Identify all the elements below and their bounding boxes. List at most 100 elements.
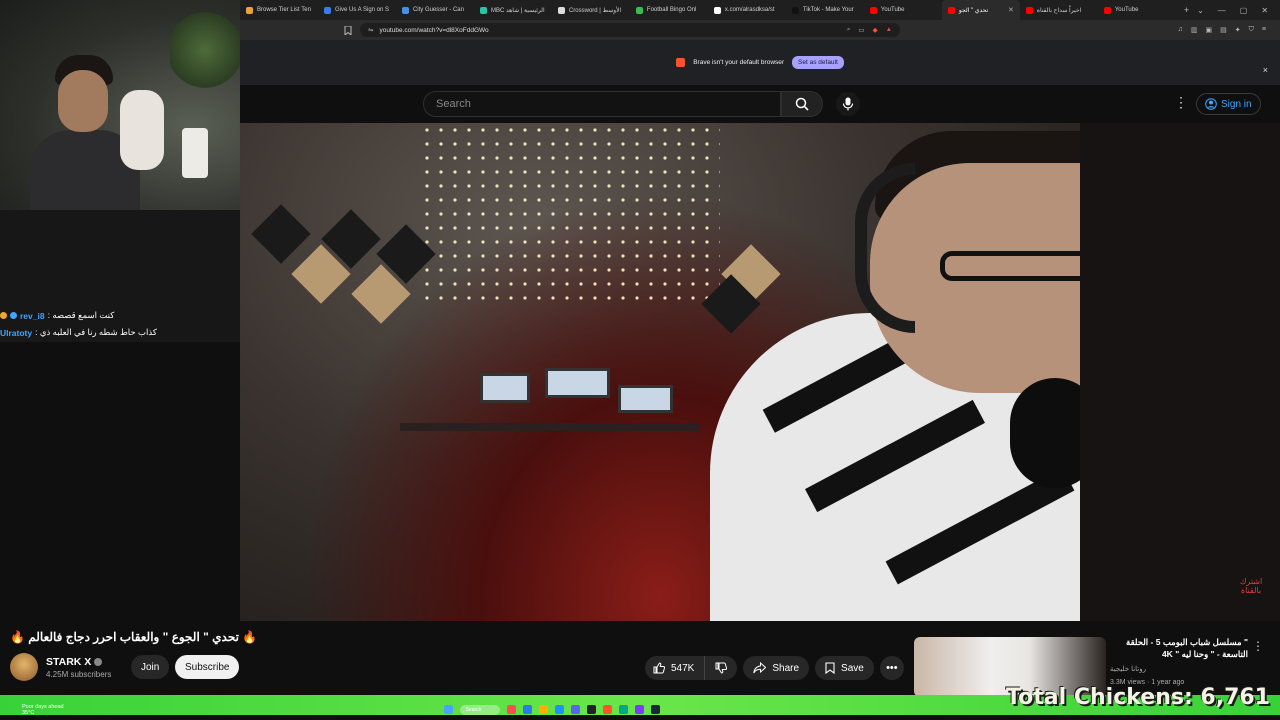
chat-message: كذاب حاط شطه رنا في العلبه ذي : Ulratoty — [0, 324, 240, 341]
cast-icon[interactable]: ▭ — [858, 26, 864, 34]
default-browser-banner: Brave isn't your default browser Set as … — [240, 40, 1280, 85]
browser-tab[interactable]: TikTok - Make Your — [786, 0, 864, 20]
brave-icon[interactable] — [602, 705, 612, 714]
recommended-menu-icon[interactable]: ⋮ — [1252, 639, 1264, 653]
brave-shields-icon[interactable]: ◆ — [873, 26, 878, 34]
browser-tab[interactable]: Crossword | الأوسط — [552, 0, 630, 20]
join-button[interactable]: Join — [131, 655, 170, 679]
dislike-button[interactable] — [705, 656, 737, 680]
chat-badge-icon — [10, 312, 17, 319]
app-icon[interactable] — [522, 705, 532, 714]
monitor — [545, 368, 610, 398]
browser-tab[interactable]: Browse Tier List Ten — [240, 0, 318, 20]
share-label: Share — [772, 662, 800, 674]
taskbar-apps: Search — [443, 705, 660, 715]
recommended-title[interactable]: " مسلسل شباب البومب 5 - الحلقة التاسعة -… — [1110, 637, 1248, 661]
settings-menu-icon[interactable]: ⋮ — [1174, 95, 1188, 109]
like-dislike-group: 547K — [645, 656, 738, 680]
video-player[interactable] — [240, 123, 1080, 621]
extensions-icon[interactable]: ✦ — [1235, 26, 1241, 34]
channel-avatar[interactable] — [10, 653, 38, 681]
steam-icon[interactable] — [650, 705, 660, 714]
search-button[interactable] — [781, 91, 823, 117]
like-count: 547K — [671, 662, 695, 674]
browser-tab-strip: Browse Tier List Ten Give Us A Sign on S C… — [240, 0, 1280, 20]
start-icon[interactable] — [443, 705, 453, 714]
total-chickens-counter: Total Chickens: 6,761 — [1006, 685, 1270, 710]
brave-rewards-icon[interactable]: ▲ — [886, 26, 892, 34]
save-button[interactable]: Save — [815, 656, 874, 680]
app-icon[interactable] — [538, 705, 548, 714]
browser-tab[interactable]: Give Us A Sign on S — [318, 0, 396, 20]
share-button[interactable]: Share — [743, 656, 810, 680]
voice-search-button[interactable] — [836, 92, 860, 116]
headphones — [855, 163, 915, 333]
media-icon[interactable]: ♫ — [1178, 26, 1183, 34]
tab-list-icon[interactable]: ⌄ — [1197, 6, 1204, 15]
recommended-channel[interactable]: روتانا خليجية — [1110, 665, 1146, 673]
browser-tab[interactable]: Football Bingo Onl — [630, 0, 708, 20]
wallet-icon[interactable]: ▤ — [1220, 26, 1227, 34]
more-actions-icon[interactable]: ••• — [879, 656, 904, 680]
tab-favicon-icon — [791, 6, 799, 14]
discord-icon[interactable] — [570, 705, 580, 714]
weather-widget[interactable]: Poor days ahead 35°C — [0, 704, 64, 716]
app-icon[interactable] — [634, 705, 644, 714]
tab-close-icon[interactable]: ✕ — [1008, 6, 1014, 14]
maximize-icon[interactable]: ▢ — [1240, 6, 1248, 15]
toolbar-icons: ♫ ▥ ▣ ▤ ✦ ⛉ ≡ — [1178, 26, 1280, 34]
tab-label: Crossword | الأوسط — [568, 7, 622, 14]
browser-tab[interactable]: اخيراً سداح بالقناة — [1020, 0, 1098, 20]
browser-menu-icon[interactable]: ≡ — [1262, 26, 1266, 34]
tabs-icon[interactable]: ▣ — [1206, 26, 1213, 34]
set-default-button[interactable]: Set as default — [792, 56, 844, 69]
subscribe-watermark[interactable]: اشترك بالقناة — [1236, 577, 1266, 596]
tab-label: x.com/alrasdksa/st — [724, 7, 775, 13]
minimize-icon[interactable]: — — [1218, 6, 1226, 15]
subscribe-button[interactable]: Subscribe — [175, 655, 240, 679]
thumbs-up-icon — [653, 662, 665, 674]
tab-label: اخيراً سداح بالقناة — [1036, 7, 1082, 14]
bookmark-icon[interactable] — [240, 25, 360, 35]
banner-close-icon[interactable]: × — [1263, 65, 1268, 75]
site-info-icon[interactable]: ⇋ — [368, 26, 373, 34]
app-icon[interactable] — [506, 705, 516, 714]
app-icon[interactable] — [618, 705, 628, 714]
browser-tab[interactable]: YouTube — [864, 0, 942, 20]
browser-tab[interactable]: City Guesser - Can — [396, 0, 474, 20]
tab-favicon-icon — [1025, 6, 1033, 14]
new-tab-button[interactable]: + — [1176, 5, 1197, 15]
search-placeholder: Search — [436, 98, 471, 110]
app-icon[interactable] — [586, 705, 596, 714]
streamer-face — [58, 70, 108, 132]
channel-name-link[interactable]: STARK X — [46, 656, 111, 668]
app-icon[interactable] — [554, 705, 564, 714]
like-button[interactable]: 547K — [645, 656, 706, 680]
chat-message-text: كنت اسمع قصصه : — [47, 310, 115, 320]
glasses — [940, 251, 1080, 281]
tab-favicon-icon — [635, 6, 643, 14]
tab-label: Browse Tier List Ten — [257, 7, 311, 13]
chat-message: كنت اسمع قصصه : rev_i8 — [0, 307, 240, 324]
url-field[interactable]: ⇋ youtube.com/watch?v=dl8XoFddGWo ⌕ ▭ ◆ … — [360, 23, 900, 37]
tab-label: تحدي " الجو — [958, 7, 989, 14]
close-window-icon[interactable]: ✕ — [1261, 6, 1268, 15]
sidebar-icon[interactable]: ▥ — [1191, 26, 1198, 34]
browser-tab[interactable]: x.com/alrasdksa/st — [708, 0, 786, 20]
streamer-webcam — [0, 0, 240, 210]
tab-label: TikTok - Make Your — [802, 7, 854, 13]
tab-label: YouTube — [880, 7, 905, 13]
browser-tab[interactable]: MBC الرئيسية | شاهد — [474, 0, 552, 20]
brave-logo-icon — [676, 58, 686, 67]
youtube-header: Search ⋮ Sign in — [240, 85, 1280, 123]
search-input[interactable]: Search — [423, 91, 781, 117]
zoom-icon[interactable]: ⌕ — [847, 26, 851, 34]
thumbs-down-icon — [715, 662, 728, 674]
browser-tab[interactable]: YouTube — [1098, 0, 1176, 20]
browser-tab[interactable]: تحدي " الجو ✕ — [941, 0, 1020, 20]
vpn-icon[interactable]: ⛉ — [1249, 26, 1254, 34]
taskbar-search[interactable]: Search — [459, 705, 500, 715]
sign-in-button[interactable]: Sign in — [1196, 93, 1261, 115]
video-side-area — [1080, 123, 1280, 621]
tab-favicon-icon — [869, 6, 877, 14]
